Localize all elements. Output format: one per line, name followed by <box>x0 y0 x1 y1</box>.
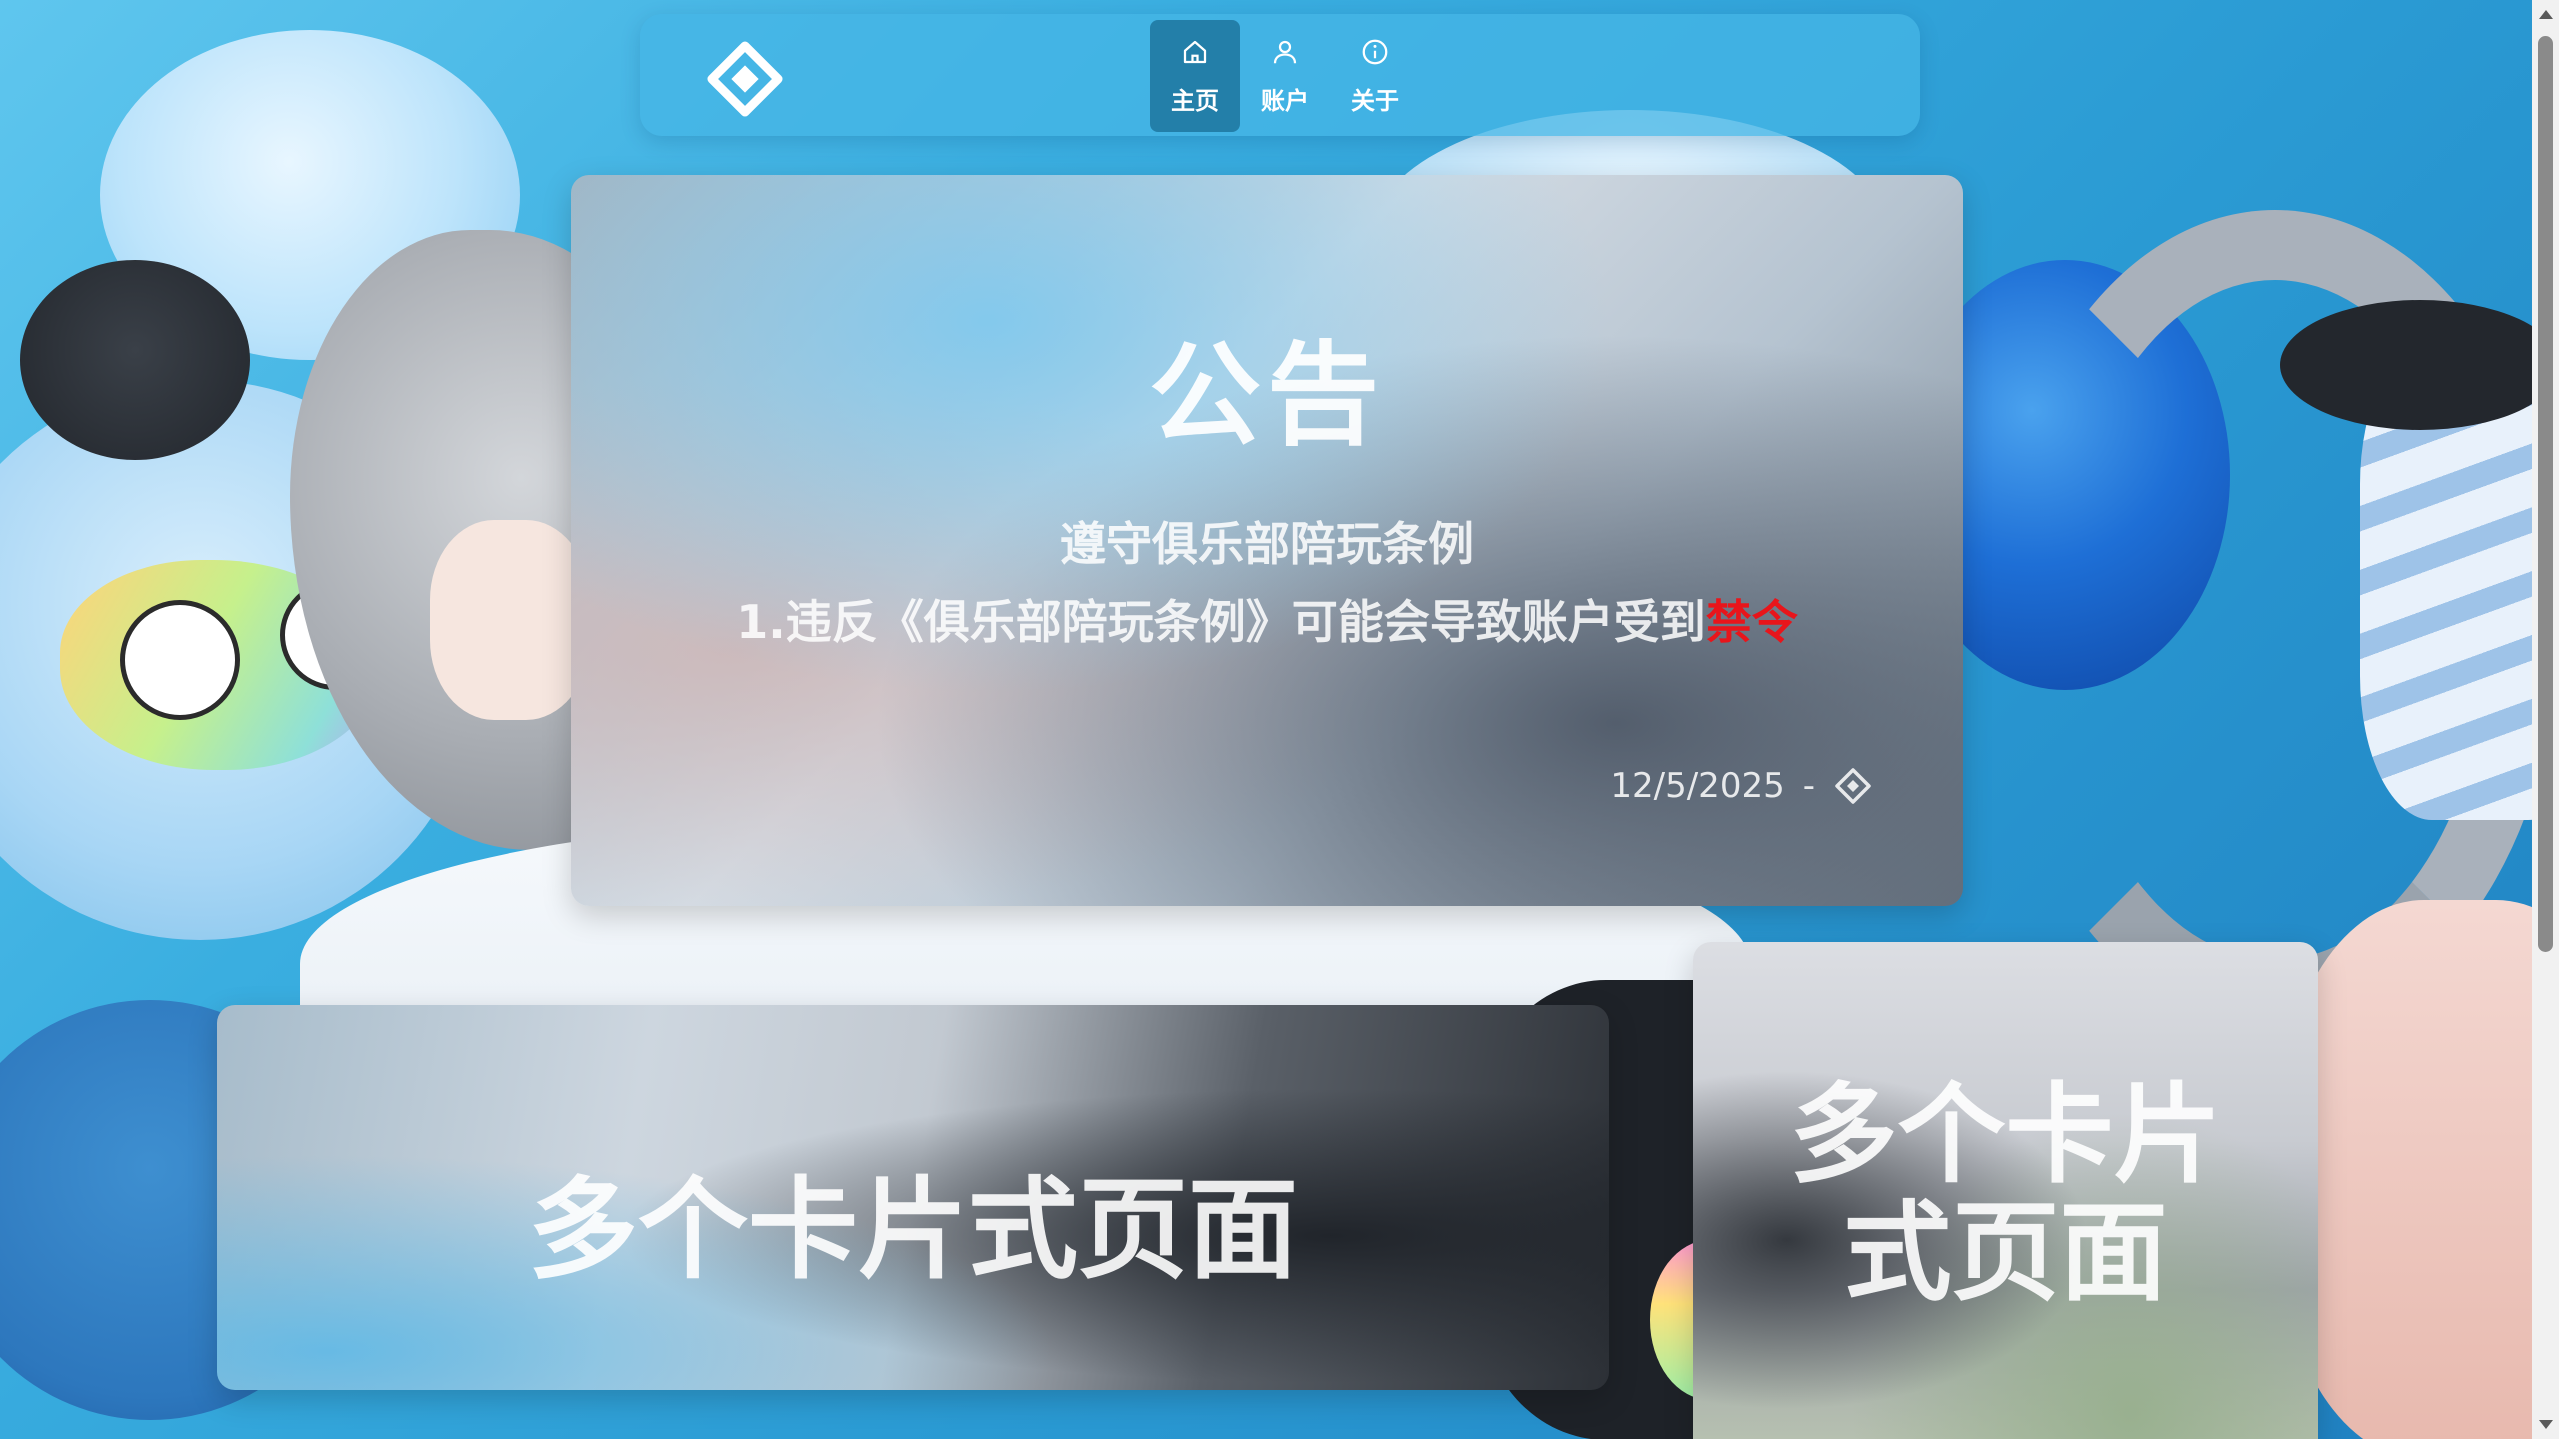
scrollbar-thumb[interactable] <box>2538 36 2553 952</box>
site-logo-icon[interactable] <box>706 40 784 118</box>
feature-card-wide[interactable]: 多个卡片式页面 <box>217 1005 1609 1390</box>
card-heading: 多个卡片式页面 <box>528 1166 1298 1294</box>
announcement-footer: 12/5/2025 - <box>1610 766 1873 806</box>
announcement-line: 1.违反《俱乐部陪玩条例》可能会导致账户受到禁令 <box>571 583 1963 661</box>
scroll-up-arrow-icon[interactable] <box>2539 10 2553 19</box>
nav-item-label: 关于 <box>1351 86 1399 115</box>
banned-emphasis-text: 禁令 <box>1705 595 1798 649</box>
announcement-line: 遵守俱乐部陪玩条例 <box>1060 517 1474 571</box>
nav-item-about[interactable]: 关于 <box>1330 20 1420 132</box>
site-logo-small-icon <box>1835 768 1871 804</box>
user-icon <box>1273 40 1297 63</box>
plush-eye-shape <box>120 600 240 720</box>
nav-item-home[interactable]: 主页 <box>1150 20 1240 132</box>
character-face-shape <box>430 520 590 720</box>
announcement-body: 遵守俱乐部陪玩条例 1.违反《俱乐部陪玩条例》可能会导致账户受到禁令 <box>571 505 1963 661</box>
nav-items: 主页 账户 关于 <box>1150 20 1420 132</box>
feature-card-tall[interactable]: 多个卡片式页面 <box>1693 942 2318 1439</box>
scroll-down-arrow-icon[interactable] <box>2539 1420 2553 1429</box>
home-icon <box>1183 40 1207 63</box>
announcement-date: 12/5/2025 <box>1610 766 1785 806</box>
footer-separator: - <box>1802 766 1815 806</box>
nav-item-label: 账户 <box>1261 86 1309 115</box>
character-shoe-shape <box>2280 300 2559 430</box>
nav-item-account[interactable]: 账户 <box>1240 20 1330 132</box>
card-heading: 多个卡片式页面 <box>1789 1073 2222 1316</box>
announcement-title: 公告 <box>1149 331 1385 461</box>
plush-cat-shape <box>20 260 250 460</box>
character-leg-shape <box>2280 900 2559 1439</box>
announcement-card: 公告 遵守俱乐部陪玩条例 1.违反《俱乐部陪玩条例》可能会导致账户受到禁令 12… <box>571 175 1963 906</box>
announcement-rule-text: 1.违反《俱乐部陪玩条例》可能会导致账户受到 <box>736 595 1706 649</box>
info-icon <box>1362 39 1388 64</box>
nav-item-label: 主页 <box>1171 86 1219 115</box>
page-scrollbar[interactable] <box>2532 0 2559 1439</box>
top-navbar: 主页 账户 关于 <box>640 14 1920 136</box>
